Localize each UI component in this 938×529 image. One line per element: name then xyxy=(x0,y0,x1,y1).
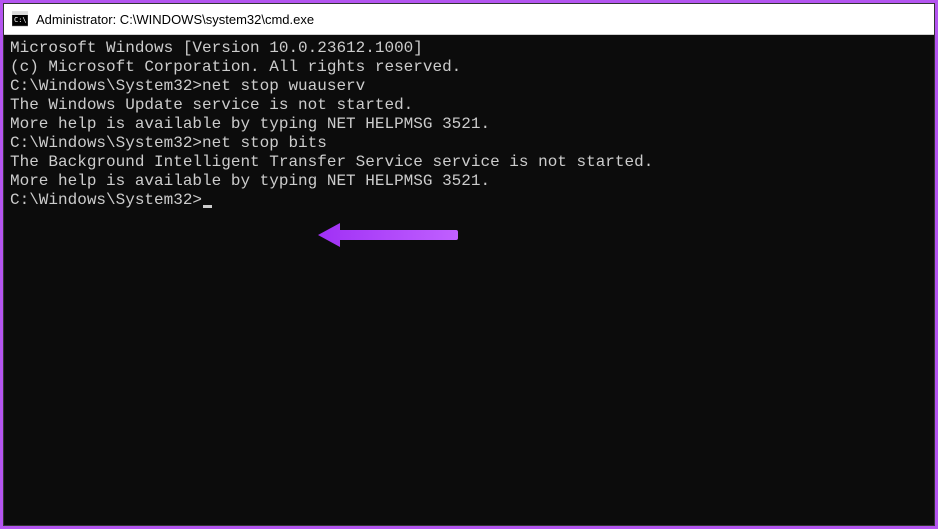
window-title: Administrator: C:\WINDOWS\system32\cmd.e… xyxy=(36,12,314,27)
terminal-line: Microsoft Windows [Version 10.0.23612.10… xyxy=(10,39,928,58)
terminal-line: (c) Microsoft Corporation. All rights re… xyxy=(10,58,928,77)
cursor xyxy=(203,205,212,208)
terminal-line: The Background Intelligent Transfer Serv… xyxy=(10,153,928,172)
titlebar[interactable]: C:\ Administrator: C:\WINDOWS\system32\c… xyxy=(4,4,934,35)
svg-text:C:\: C:\ xyxy=(14,16,27,24)
cmd-window: C:\ Administrator: C:\WINDOWS\system32\c… xyxy=(3,3,935,526)
terminal-prompt-line: C:\Windows\System32> xyxy=(10,191,928,210)
terminal-line: C:\Windows\System32>net stop bits xyxy=(10,134,928,153)
terminal-line: More help is available by typing NET HEL… xyxy=(10,172,928,191)
terminal-prompt: C:\Windows\System32> xyxy=(10,191,202,209)
terminal-area[interactable]: Microsoft Windows [Version 10.0.23612.10… xyxy=(4,35,934,525)
cmd-icon: C:\ xyxy=(12,11,28,27)
terminal-line: The Windows Update service is not starte… xyxy=(10,96,928,115)
terminal-line: More help is available by typing NET HEL… xyxy=(10,115,928,134)
terminal-line: C:\Windows\System32>net stop wuauserv xyxy=(10,77,928,96)
annotation-arrow-icon xyxy=(318,220,458,250)
